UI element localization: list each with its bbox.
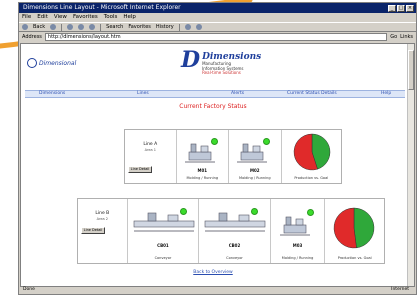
status-text: Done [23, 287, 35, 292]
zone-text: Internet [391, 287, 409, 292]
production-chart-cell[interactable]: Production vs. Goal [282, 130, 341, 183]
conveyor-cell[interactable]: CB01 Conveyor [128, 199, 200, 263]
address-label: Address [22, 34, 42, 40]
home-icon[interactable] [89, 24, 96, 30]
status-running-dot [210, 138, 218, 145]
page-header: Dimensional D Dimensions Manufacturing I… [21, 44, 414, 88]
menu-favorites[interactable]: Favorites [73, 13, 98, 22]
page-title: Current Factory Status [179, 103, 247, 110]
conveyor-caption: Conveyor [154, 256, 172, 260]
machine-label: M02 [250, 168, 260, 173]
machine-cell[interactable]: M03 Molding / Running [271, 199, 326, 263]
refresh-icon[interactable] [78, 24, 85, 30]
toolbar-separator [100, 23, 102, 31]
menu-help[interactable]: Help [123, 13, 136, 22]
back-icon[interactable] [22, 24, 28, 30]
menu-view[interactable]: View [54, 13, 67, 22]
brand-sub-3: Real-time Solutions [202, 70, 241, 75]
toolbar-search[interactable]: Search [106, 24, 123, 30]
production-pie-chart [334, 207, 375, 249]
menu-tools[interactable]: Tools [104, 13, 118, 22]
pie-caption: Production vs. Goal [294, 176, 329, 180]
left-logo[interactable]: Dimensional [27, 58, 76, 68]
pie-slice-good [354, 207, 375, 249]
menu-edit[interactable]: Edit [37, 13, 48, 22]
toolbar-favorites[interactable]: Favorites [128, 24, 151, 30]
toolbar-back[interactable]: Back [33, 24, 45, 30]
mail-icon[interactable] [184, 24, 191, 30]
toolbar-separator [178, 23, 180, 31]
go-button[interactable]: Go [390, 34, 397, 40]
nav-item-status-details[interactable]: Current Status Details [287, 91, 337, 97]
pie-caption: Production vs. Goal [337, 256, 372, 260]
maximize-button[interactable]: □ [397, 4, 405, 12]
menu-file[interactable]: File [22, 13, 31, 22]
production-chart-cell[interactable]: Production vs. Goal [325, 199, 384, 263]
status-running-dot [263, 138, 271, 145]
browser-window: Dimensions Line Layout - Microsoft Inter… [18, 2, 417, 295]
links-button[interactable]: Links [400, 34, 413, 40]
back-to-overview-link[interactable]: Back to Overview [21, 270, 405, 275]
toolbar-separator [61, 23, 63, 31]
machine-label: M03 [292, 243, 303, 248]
production-pie-chart [293, 133, 330, 171]
line-b-row: Line B Area 2 Line Detail CB01 Conveyor [77, 198, 385, 264]
dimensions-logo: D Dimensions Manufacturing Information S… [181, 47, 261, 76]
line-a-title: Line A [143, 142, 158, 147]
line-b-cell[interactable]: Line B Area 2 Line Detail [78, 199, 128, 263]
machine-caption: Molding / Running [281, 256, 314, 260]
close-button[interactable]: × [406, 4, 414, 12]
vertical-scrollbar[interactable] [407, 44, 414, 286]
machine-caption: Molding / Running [239, 176, 271, 180]
status-running-dot [179, 208, 187, 215]
status-running-dot [306, 209, 314, 216]
nav-item-alerts[interactable]: Alerts [231, 91, 244, 97]
logo-d-icon: D [181, 47, 201, 73]
title-bar: Dimensions Line Layout - Microsoft Inter… [19, 3, 416, 13]
nav-bar: Dimensions Lines Alerts Current Status D… [25, 90, 405, 98]
minimize-button[interactable]: _ [388, 4, 396, 12]
pie-slice-bad [334, 207, 358, 249]
address-bar: Address http://dimensions/layout.htm Go … [19, 32, 416, 42]
toolbar-history[interactable]: History [156, 24, 174, 30]
address-input[interactable]: http://dimensions/layout.htm [44, 33, 388, 41]
window-title: Dimensions Line Layout - Microsoft Inter… [23, 4, 181, 11]
line-a-detail-button[interactable]: Line Detail [128, 166, 152, 173]
screenshot-stage: Dimensions Line Layout - Microsoft Inter… [0, 0, 417, 295]
nav-item-help[interactable]: Help [381, 91, 391, 97]
conveyor-icon [133, 212, 194, 232]
machine-cell[interactable]: M02 Molding / Running [229, 130, 282, 183]
machine-caption: Molding / Running [186, 176, 219, 180]
conveyor-label: CB01 [157, 243, 169, 248]
line-a-cell[interactable]: Line A Area 1 Line Detail [125, 130, 177, 183]
status-bar: Done Internet [20, 286, 415, 293]
print-icon[interactable] [195, 24, 202, 30]
conveyor-icon [204, 212, 266, 232]
machine-cell[interactable]: M01 Molding / Running [177, 130, 230, 183]
menu-bar: File Edit View Favorites Tools Help [19, 13, 416, 22]
machine-label: M01 [197, 168, 208, 173]
line-b-sub: Area 2 [96, 217, 109, 221]
left-brand-text: Dimensional [39, 59, 77, 67]
toolbar: Back Search Favorites History [19, 22, 416, 32]
stop-icon[interactable] [67, 24, 74, 30]
forward-icon[interactable] [50, 24, 57, 30]
nav-item-lines[interactable]: Lines [137, 91, 149, 97]
line-a-row: Line A Area 1 Line Detail M01 Molding / … [124, 129, 342, 184]
line-b-detail-button[interactable]: Line Detail [81, 227, 105, 234]
nav-item-dimensions[interactable]: Dimensions [39, 91, 65, 97]
page-content: Dimensional D Dimensions Manufacturing I… [20, 43, 415, 287]
molding-machine-icon [279, 216, 310, 236]
line-b-title: Line B [95, 211, 110, 216]
conveyor-label: CB02 [228, 243, 241, 248]
scrollbar-thumb[interactable] [408, 50, 414, 90]
conveyor-caption: Conveyor [226, 256, 243, 260]
line-a-sub: Area 1 [144, 148, 156, 152]
logo-circle-icon [27, 58, 37, 68]
conveyor-cell[interactable]: CB02 Conveyor [199, 199, 271, 263]
